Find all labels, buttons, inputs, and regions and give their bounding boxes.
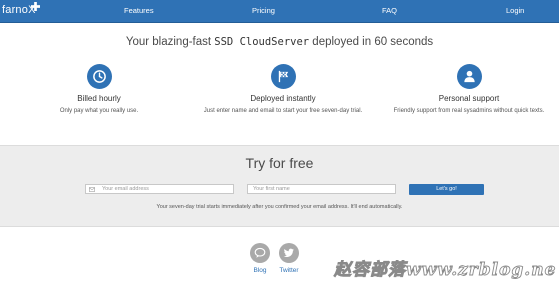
svg-text:赵容部落www.zrblog.net: 赵容部落www.zrblog.net bbox=[333, 260, 556, 280]
feature-title: Personal support bbox=[438, 94, 500, 103]
nav-login-link[interactable]: Login bbox=[506, 6, 524, 15]
nav-pricing-link[interactable]: Pricing bbox=[252, 6, 275, 15]
lets-go-button[interactable]: Let's go! bbox=[409, 184, 484, 195]
trial-signup-section: Try for free Your email address Your fir… bbox=[0, 145, 559, 227]
nav-features-link[interactable]: Features bbox=[124, 6, 154, 15]
hero-headline: Your blazing-fast SSD CloudServer deploy… bbox=[0, 36, 559, 48]
person-icon bbox=[456, 64, 482, 89]
top-nav: farnoX Features Pricing FAQ Login bbox=[0, 0, 559, 23]
feature-title: Billed hourly bbox=[77, 94, 121, 103]
feature-billed-hourly: Billed hourly Only pay what you really u… bbox=[9, 64, 189, 116]
email-field[interactable]: Your email address bbox=[85, 184, 234, 194]
trial-note: Your seven-day trial starts immediately … bbox=[156, 204, 403, 210]
plus-logo-icon bbox=[31, 2, 40, 11]
blog-label: Blog bbox=[253, 267, 267, 274]
twitter-label: Twitter bbox=[279, 267, 299, 274]
site-watermark: 赵容部落www.zrblog.net bbox=[333, 260, 556, 281]
feature-deployed-instantly: Deployed instantly Just enter name and e… bbox=[193, 64, 373, 116]
headline-text-before: Your blazing-fast bbox=[125, 36, 215, 48]
trial-title: Try for free bbox=[245, 155, 314, 171]
feature-title: Deployed instantly bbox=[250, 94, 316, 103]
twitter-link[interactable]: Twitter bbox=[277, 243, 301, 274]
feature-text: Friendly support from real sysadmins wit… bbox=[393, 108, 545, 114]
feature-personal-support: Personal support Friendly support from r… bbox=[379, 64, 559, 116]
clock-icon bbox=[86, 64, 112, 89]
feature-text: Only pay what you really use. bbox=[59, 108, 139, 114]
headline-product-name: SSD CloudServer bbox=[214, 36, 310, 48]
flag-icon bbox=[270, 64, 296, 89]
feature-text: Just enter name and email to start your … bbox=[203, 108, 363, 114]
nav-faq-link[interactable]: FAQ bbox=[382, 6, 397, 15]
envelope-icon bbox=[89, 187, 95, 192]
headline-text-after: deployed in 60 seconds bbox=[309, 36, 434, 48]
first-name-field[interactable]: Your first name bbox=[247, 184, 396, 194]
twitter-bird-icon bbox=[279, 243, 299, 263]
chat-bubble-icon bbox=[250, 243, 270, 263]
blog-link[interactable]: Blog bbox=[248, 243, 272, 274]
